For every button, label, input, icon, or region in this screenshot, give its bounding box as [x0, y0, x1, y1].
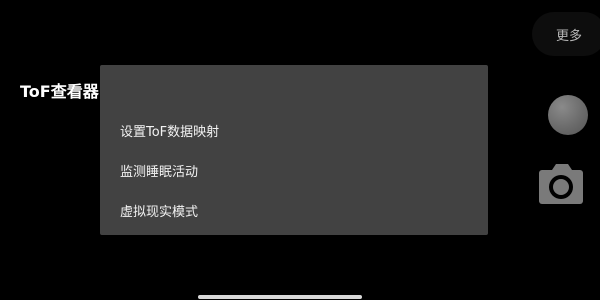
- menu-item-vr-mode[interactable]: 虚拟现实模式: [100, 192, 488, 228]
- round-capture-icon[interactable]: [548, 95, 588, 135]
- menu-item-monitor-sleep[interactable]: 监测睡眠活动: [100, 152, 488, 188]
- camera-icon[interactable]: [538, 160, 584, 208]
- camera-screen: 更多 ToF查看器 设置ToF数据映射 监测睡眠活动 虚拟现实模式: [0, 0, 600, 300]
- camera-icon-graphic: [539, 164, 583, 204]
- more-button-label: 更多: [556, 28, 583, 44]
- dialog-title: ToF查看器: [20, 82, 99, 101]
- menu-item-label: 虚拟现实模式: [120, 204, 199, 220]
- more-button[interactable]: 更多: [532, 12, 600, 56]
- home-indicator[interactable]: [198, 295, 362, 299]
- menu-item-label: 监测睡眠活动: [120, 164, 199, 180]
- menu-item-set-tof-mapping[interactable]: 设置ToF数据映射: [100, 112, 488, 148]
- menu-item-label: 设置ToF数据映射: [120, 124, 220, 140]
